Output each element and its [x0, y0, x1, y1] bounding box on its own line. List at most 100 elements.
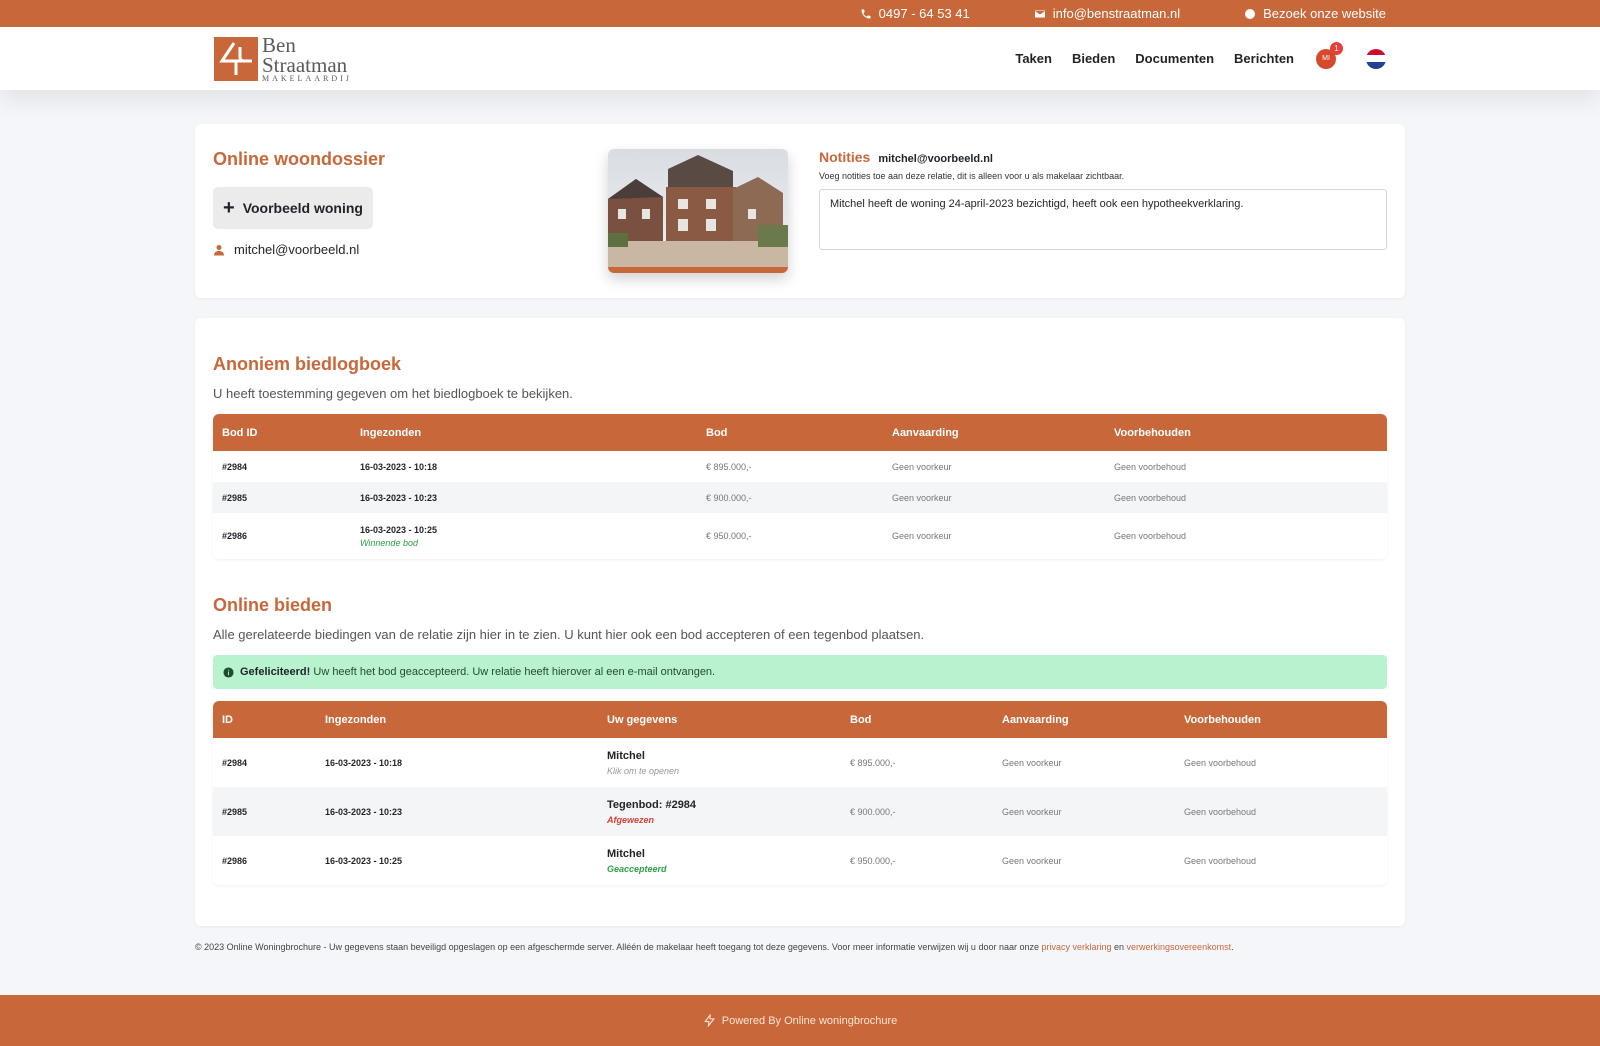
notes-textarea[interactable]: Mitchel heeft de woning 24-april-2023 be… [819, 189, 1387, 250]
cell-acceptance: Geen voorkeur [883, 482, 1105, 513]
nav-berichten[interactable]: Berichten [1234, 51, 1294, 66]
col-voorbehouden: Voorbehouden [1175, 701, 1387, 738]
processing-agreement-link[interactable]: verwerkingsovereenkomst [1127, 942, 1232, 952]
cell-id: #2984 [213, 451, 351, 482]
footer-text[interactable]: Powered By Online woningbrochure [722, 1015, 898, 1027]
globe-icon [1245, 8, 1256, 19]
table-row: #2986 16-03-2023 - 10:25 Winnende bod € … [213, 513, 1387, 559]
cell-id: #2986 [213, 513, 351, 559]
table-row: #2984 16-03-2023 - 10:18 € 895.000,- Gee… [213, 451, 1387, 482]
nav-menu: Taken Bieden Documenten Berichten MI 1 [1015, 41, 1386, 69]
col-ingezonden: Ingezonden [351, 414, 697, 451]
open-hint[interactable]: Klik om te openen [607, 766, 832, 776]
privacy-link[interactable]: privacy verklaring [1041, 942, 1111, 952]
cell-submitted: 16-03-2023 - 10:25 [316, 836, 598, 885]
notification-badge: 1 [1330, 41, 1343, 55]
cell-submitted-wrap: 16-03-2023 - 10:25 Winnende bod [351, 513, 697, 559]
bieden-title: Online bieden [213, 595, 333, 615]
user-icon [214, 244, 224, 255]
notes-email: mitchel@voorbeeld.nl [878, 153, 993, 165]
cell-bid: € 950.000,- [697, 513, 883, 559]
col-aanvaarding: Aanvaarding [993, 701, 1175, 738]
nav-bieden[interactable]: Bieden [1072, 51, 1115, 66]
cell-submitted: 16-03-2023 - 10:23 [316, 787, 598, 836]
cell-submitted: 16-03-2023 - 10:23 [351, 482, 697, 513]
bidding-card: Anoniem biedlogboek U heeft toestemming … [195, 318, 1405, 926]
brand-logo[interactable]: Ben Straatman MAKELAARDIJ [214, 32, 352, 83]
legal-notice: © 2023 Online Woningbrochure - Uw gegeve… [195, 942, 1405, 952]
cell-bid: € 895.000,- [697, 451, 883, 482]
winning-bid-label: Winnende bod [360, 537, 418, 548]
cell-submitted: 16-03-2023 - 10:18 [351, 451, 697, 482]
dossier-card: Online woondossier + Voorbeeld woning mi… [195, 124, 1405, 298]
cell-acceptance: Geen voorkeur [993, 787, 1175, 836]
nav-documenten[interactable]: Documenten [1135, 51, 1214, 66]
property-button[interactable]: + Voorbeeld woning [213, 187, 373, 229]
alert-text: Uw heeft het bod geaccepteerd. Uw relati… [310, 666, 716, 678]
table-row[interactable]: #2984 16-03-2023 - 10:18 Mitchel Klik om… [213, 738, 1387, 787]
col-aanvaarding: Aanvaarding [883, 414, 1105, 451]
cell-details[interactable]: Mitchel Klik om te openen [598, 738, 841, 787]
email-address: info@benstraatman.nl [1052, 6, 1181, 21]
cell-acceptance: Geen voorkeur [883, 513, 1105, 559]
nav-taken[interactable]: Taken [1015, 51, 1052, 66]
cell-acceptance: Geen voorkeur [993, 738, 1175, 787]
col-bod: Bod [841, 701, 993, 738]
cell-details[interactable]: Tegenbod: #2984 Afgewezen [598, 787, 841, 836]
col-bod-id: Bod ID [213, 414, 351, 451]
notes-panel: Notities mitchel@voorbeeld.nl Voeg notit… [819, 149, 1387, 273]
dutch-flag-icon[interactable] [1366, 48, 1386, 69]
alert-strong: Gefeliciteerd! [240, 666, 311, 678]
cell-submitted: 16-03-2023 - 10:25 [360, 524, 438, 535]
bieden-table: ID Ingezonden Uw gegevens Bod Aanvaardin… [213, 701, 1387, 885]
cell-id: #2985 [213, 482, 351, 513]
notes-header: Notities mitchel@voorbeeld.nl [819, 149, 1387, 165]
phone-contact[interactable]: 0497 - 64 53 41 [860, 6, 970, 21]
cell-id: #2986 [213, 836, 316, 885]
notes-title: Notities [819, 149, 871, 165]
relation-user: mitchel@voorbeeld.nl [213, 242, 608, 257]
logo-line-2: Straatman [262, 52, 348, 77]
email-contact[interactable]: info@benstraatman.nl [1034, 6, 1180, 21]
cell-bid: € 900.000,- [697, 482, 883, 513]
user-avatar[interactable]: MI 1 [1316, 41, 1343, 69]
main-navbar: Ben Straatman MAKELAARDIJ Taken Bieden D… [0, 27, 1600, 90]
cell-acceptance: Geen voorkeur [993, 836, 1175, 885]
cell-reservations: Geen voorbehoud [1105, 482, 1387, 513]
notes-hint: Voeg notities toe aan deze relatie, dit … [819, 171, 1125, 181]
cell-reservations: Geen voorbehoud [1105, 451, 1387, 482]
property-photo[interactable] [608, 149, 788, 273]
footer-bar: Powered By Online woningbrochure [0, 995, 1600, 1046]
cell-reservations: Geen voorbehoud [1105, 513, 1387, 559]
page-container: Online woondossier + Voorbeeld woning mi… [195, 124, 1405, 952]
cell-details[interactable]: Mitchel Geaccepteerd [598, 836, 841, 885]
logo-line-1: Ben [262, 32, 296, 57]
top-contact-bar: 0497 - 64 53 41 info@benstraatman.nl Bez… [0, 0, 1600, 27]
info-icon [223, 666, 234, 678]
website-link[interactable]: Bezoek onze website [1244, 6, 1386, 21]
status-accepted: Geaccepteerd [607, 863, 667, 874]
col-uw-gegevens: Uw gegevens [598, 701, 841, 738]
property-button-label: Voorbeeld woning [242, 200, 363, 216]
phone-icon [861, 9, 871, 18]
legal-end: . [1231, 942, 1234, 952]
legal-text: © 2023 Online Woningbrochure - Uw gegeve… [195, 942, 1042, 952]
phone-number: 0497 - 64 53 41 [878, 6, 970, 21]
table-row: #2985 16-03-2023 - 10:23 € 900.000,- Gee… [213, 482, 1387, 513]
cell-bid: € 895.000,- [841, 738, 993, 787]
table-row[interactable]: #2986 16-03-2023 - 10:25 Mitchel Geaccep… [213, 836, 1387, 885]
cell-reservations: Geen voorbehoud [1175, 787, 1387, 836]
col-ingezonden: Ingezonden [316, 701, 598, 738]
dossier-title: Online woondossier [213, 149, 386, 169]
bidder-name: Mitchel [607, 847, 645, 860]
status-rejected: Afgewezen [607, 814, 655, 825]
logo-mark-icon [214, 36, 258, 81]
table-row[interactable]: #2985 16-03-2023 - 10:23 Tegenbod: #2984… [213, 787, 1387, 836]
website-label: Bezoek onze website [1263, 6, 1386, 21]
logo-wordmark: Ben Straatman MAKELAARDIJ [262, 32, 352, 83]
cell-submitted: 16-03-2023 - 10:18 [316, 738, 598, 787]
cell-id: #2984 [213, 738, 316, 787]
cell-bid: € 950.000,- [841, 836, 993, 885]
cell-reservations: Geen voorbehoud [1175, 836, 1387, 885]
legal-and: en [1111, 942, 1127, 952]
